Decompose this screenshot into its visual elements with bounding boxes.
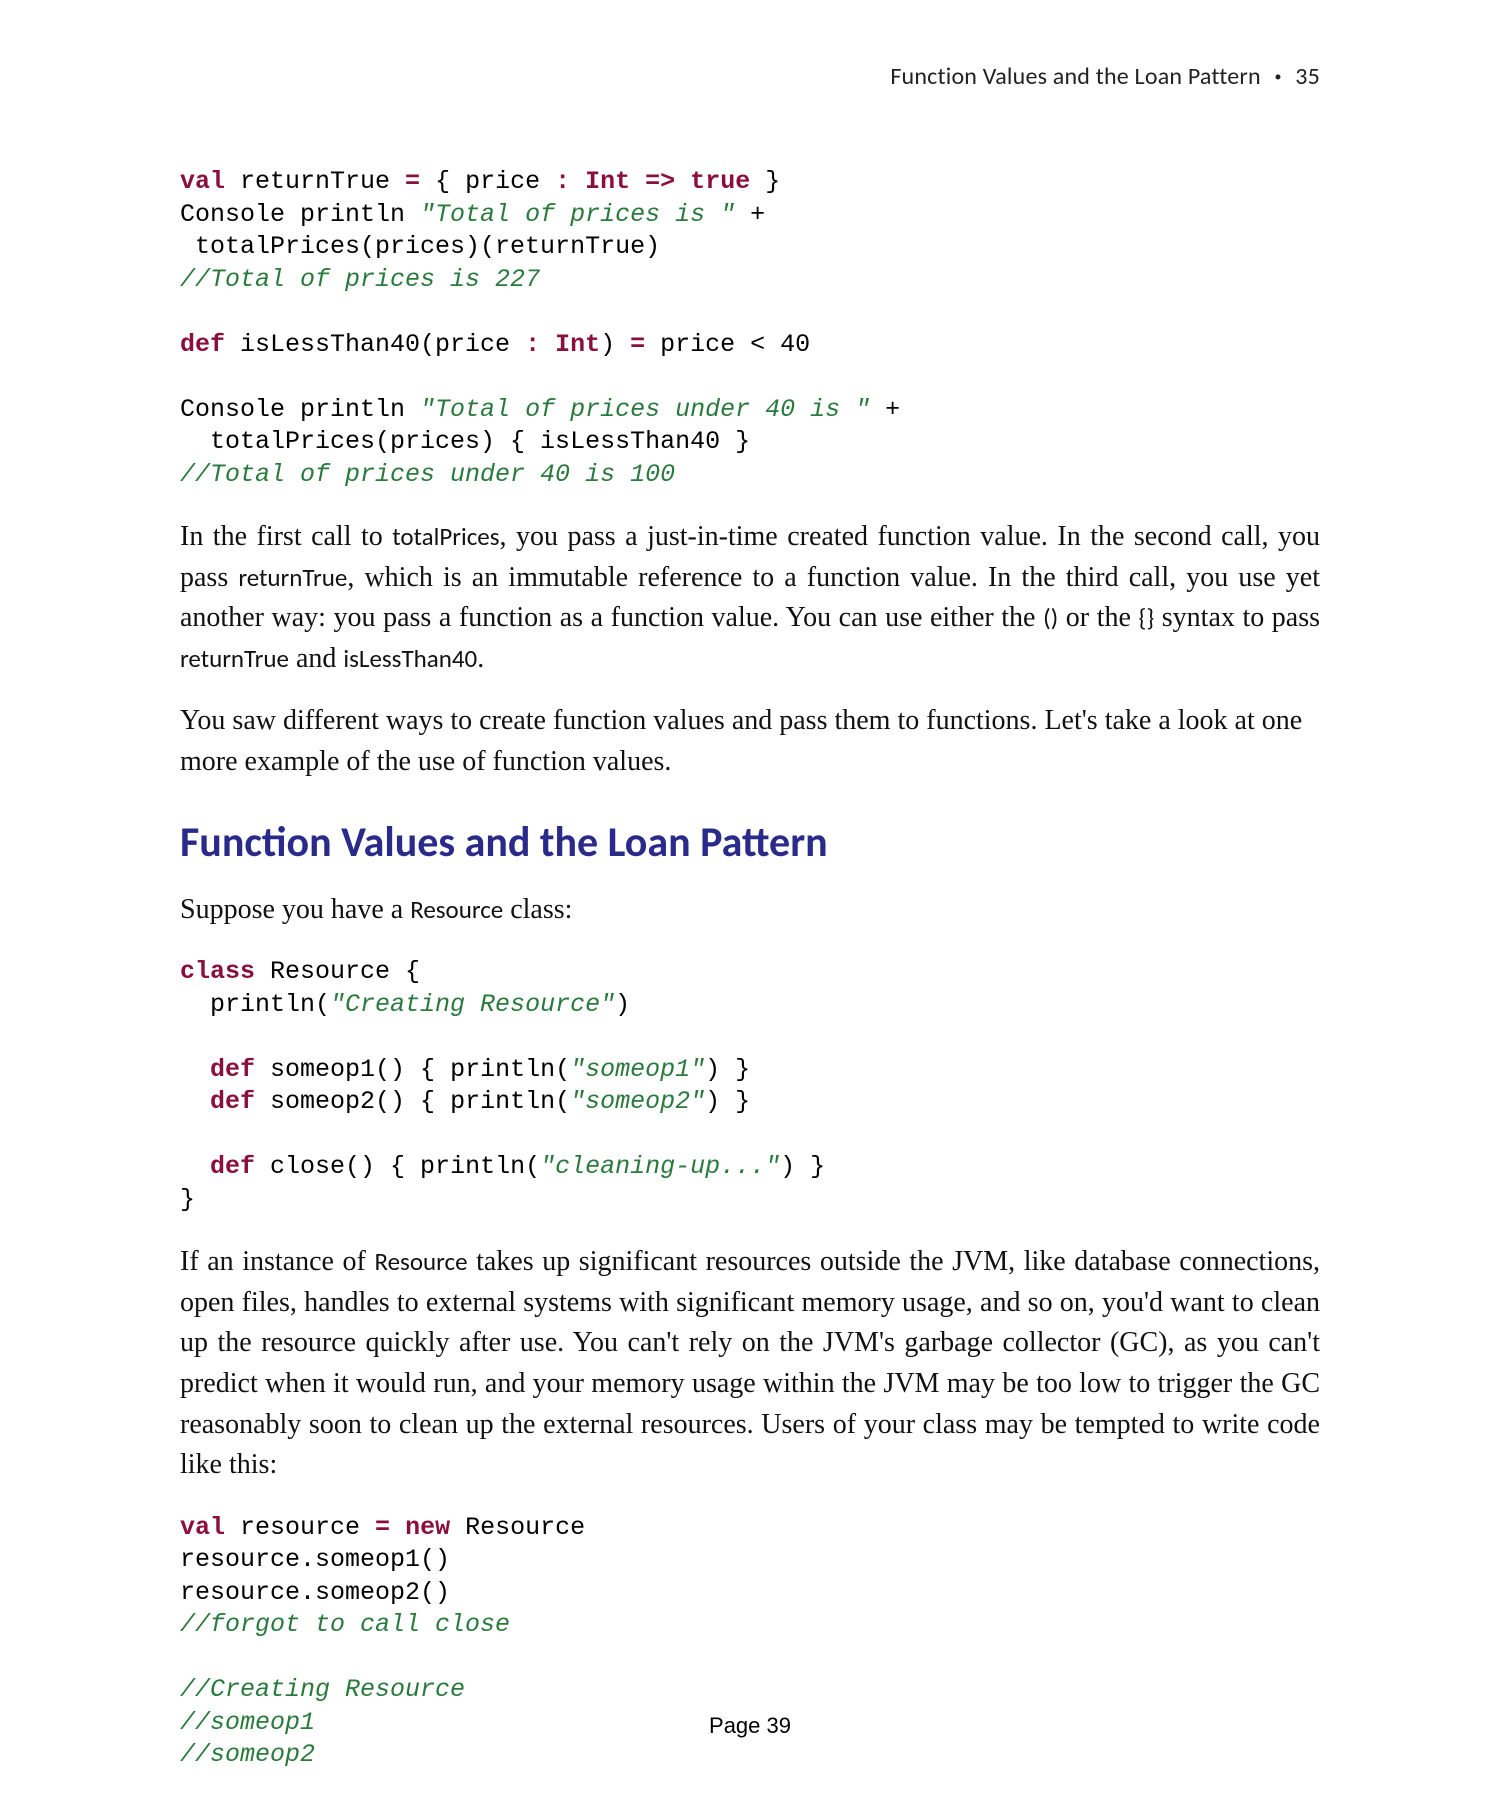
code-comment: //forgot to call close — [180, 1610, 510, 1639]
body-paragraph: If an instance of Resource takes up sign… — [180, 1242, 1320, 1486]
inline-code: Resource — [374, 1246, 467, 1277]
code-text: totalPrices(prices)(returnTrue) — [180, 232, 660, 261]
code-text: resource — [225, 1513, 375, 1542]
code-text: ) } — [705, 1055, 750, 1084]
code-text: { price — [420, 167, 555, 196]
inline-code: isLessThan40 — [343, 643, 477, 674]
code-text: } — [750, 167, 780, 196]
body-paragraph: In the first call to totalPrices, you pa… — [180, 517, 1320, 679]
code-text: resource.someop1() — [180, 1545, 450, 1574]
code-block-2: class Resource { println("Creating Resou… — [180, 956, 1320, 1216]
text: and — [289, 643, 343, 674]
keyword: def — [210, 1152, 255, 1181]
running-header-bullet: • — [1274, 68, 1281, 85]
text: takes up significant resources outside t… — [180, 1246, 1320, 1480]
code-text: ) } — [705, 1087, 750, 1116]
inline-code: returnTrue — [180, 643, 289, 674]
page-footer: Page 39 — [0, 1713, 1500, 1739]
keyword: true — [690, 167, 750, 196]
code-text — [630, 167, 645, 196]
code-text: Resource { — [255, 957, 420, 986]
keyword: = — [375, 1513, 390, 1542]
document-page: Function Values and the Loan Pattern • 3… — [0, 0, 1500, 1799]
code-text: isLessThan40(price — [225, 330, 525, 359]
keyword: def — [210, 1055, 255, 1084]
code-text: price < 40 — [645, 330, 810, 359]
body-paragraph: Suppose you have a Resource class: — [180, 890, 1320, 931]
keyword: : — [525, 330, 540, 359]
keyword: Int — [555, 330, 600, 359]
code-string: "Total of prices is " — [420, 200, 735, 229]
keyword: def — [180, 330, 225, 359]
code-text: + — [870, 395, 900, 424]
code-text: Console println — [180, 200, 420, 229]
inline-code: {} — [1138, 602, 1154, 633]
code-comment: //someop2 — [180, 1740, 315, 1769]
code-comment: //Creating Resource — [180, 1675, 465, 1704]
inline-code: totalPrices — [392, 521, 499, 552]
code-text: println( — [180, 990, 330, 1019]
text: syntax to pass — [1154, 602, 1320, 633]
inline-code: returnTrue — [238, 562, 347, 593]
inline-code: () — [1043, 602, 1058, 633]
text: In the first call to — [180, 521, 392, 552]
code-string: "someop1" — [570, 1055, 705, 1084]
code-text: + — [735, 200, 765, 229]
code-text: resource.someop2() — [180, 1578, 450, 1607]
code-text: ) } — [780, 1152, 825, 1181]
code-text — [675, 167, 690, 196]
code-text: returnTrue — [225, 167, 405, 196]
keyword: : — [555, 167, 570, 196]
code-text: Console println — [180, 395, 420, 424]
keyword: val — [180, 1513, 225, 1542]
code-string: "someop2" — [570, 1087, 705, 1116]
code-text: } — [180, 1185, 195, 1214]
body-paragraph: You saw different ways to create functio… — [180, 701, 1320, 782]
keyword: val — [180, 167, 225, 196]
keyword: = — [405, 167, 420, 196]
text: Suppose you have a — [180, 894, 410, 925]
code-text — [570, 167, 585, 196]
code-string: "cleaning-up..." — [540, 1152, 780, 1181]
code-string: "Creating Resource" — [330, 990, 615, 1019]
code-string: "Total of prices under 40 is " — [420, 395, 870, 424]
keyword: => — [645, 167, 675, 196]
text: . — [477, 643, 484, 674]
code-text: someop1() { println( — [255, 1055, 570, 1084]
code-text: ) — [615, 990, 630, 1019]
code-text: someop2() { println( — [255, 1087, 570, 1116]
text: If an instance of — [180, 1246, 374, 1277]
code-text — [390, 1513, 405, 1542]
running-header-pagenum: 35 — [1295, 62, 1320, 91]
text: or the — [1058, 602, 1138, 633]
code-block-1: val returnTrue = { price : Int => true }… — [180, 166, 1320, 491]
keyword: class — [180, 957, 255, 986]
text: You saw different ways to create functio… — [180, 705, 1302, 777]
code-text: ) — [600, 330, 630, 359]
code-comment: //Total of prices under 40 is 100 — [180, 460, 675, 489]
keyword: Int — [585, 167, 630, 196]
code-text: totalPrices(prices) { isLessThan40 } — [180, 427, 750, 456]
keyword: = — [630, 330, 645, 359]
inline-code: Resource — [410, 894, 503, 925]
keyword: def — [210, 1087, 255, 1116]
text: class: — [503, 894, 572, 925]
code-text — [540, 330, 555, 359]
code-comment: //Total of prices is 227 — [180, 265, 540, 294]
running-header-title: Function Values and the Loan Pattern — [890, 62, 1260, 91]
section-heading: Function Values and the Loan Pattern — [180, 817, 1320, 868]
running-header: Function Values and the Loan Pattern • 3… — [890, 62, 1320, 91]
code-text: Resource — [450, 1513, 585, 1542]
keyword: new — [405, 1513, 450, 1542]
code-text: close() { println( — [255, 1152, 540, 1181]
